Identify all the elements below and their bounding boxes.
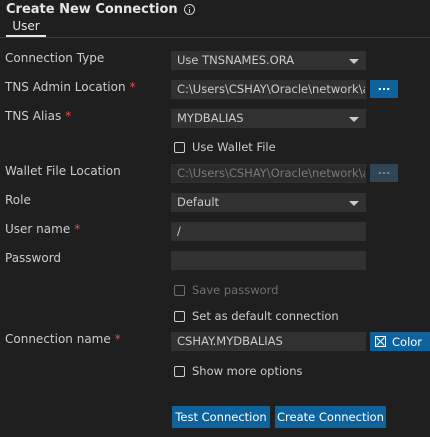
- connection-type-label: Connection Type: [5, 51, 105, 65]
- tab-user[interactable]: User: [6, 19, 46, 35]
- show-more-options-checkbox[interactable]: Show more options: [174, 364, 303, 378]
- checkbox-icon: [174, 141, 185, 153]
- role-value: Default: [177, 195, 220, 209]
- wallet-file-location-label: Wallet File Location: [5, 164, 121, 178]
- show-more-options-label: Show more options: [192, 364, 303, 378]
- password-label: Password: [5, 251, 62, 265]
- connection-name-label-text: Connection name: [5, 332, 111, 346]
- connection-type-select[interactable]: Use TNSNAMES.ORA: [171, 51, 366, 70]
- color-swatch-icon: [375, 336, 386, 347]
- set-default-connection-checkbox[interactable]: Set as default connection: [174, 309, 339, 323]
- set-default-connection-label: Set as default connection: [192, 309, 339, 323]
- info-icon[interactable]: [183, 4, 195, 15]
- chevron-down-icon: [349, 59, 359, 64]
- use-wallet-file-label: Use Wallet File: [192, 140, 276, 154]
- role-select[interactable]: Default: [171, 193, 366, 212]
- required-marker: *: [129, 80, 136, 94]
- required-marker: *: [74, 222, 81, 236]
- tns-alias-value: MYDBALIAS: [177, 111, 244, 125]
- chevron-down-icon: [349, 201, 359, 206]
- wallet-file-browse-button[interactable]: ...: [370, 164, 398, 182]
- save-password-label: Save password: [192, 283, 279, 297]
- required-marker: *: [114, 332, 121, 346]
- user-name-label: User name *: [5, 222, 80, 236]
- required-marker: *: [65, 109, 72, 123]
- tns-alias-label-text: TNS Alias: [5, 109, 62, 123]
- tns-admin-location-label-text: TNS Admin Location: [5, 80, 126, 94]
- connection-name-label: Connection name *: [5, 332, 121, 346]
- connection-type-value: Use TNSNAMES.ORA: [177, 53, 295, 67]
- connection-name-input[interactable]: CSHAY.MYDBALIAS: [171, 332, 366, 351]
- checkbox-icon: [174, 310, 185, 322]
- checkbox-icon: [174, 284, 185, 296]
- tab-divider: [0, 37, 430, 38]
- page-title: Create New Connection: [6, 2, 195, 17]
- use-wallet-file-checkbox[interactable]: Use Wallet File: [174, 140, 276, 154]
- wallet-file-location-input[interactable]: C:\Users\CSHAY\Oracle\network\admin\mya: [171, 164, 366, 183]
- save-password-checkbox[interactable]: Save password: [174, 283, 278, 297]
- tns-admin-browse-button[interactable]: ...: [370, 80, 398, 98]
- create-connection-button[interactable]: Create Connection: [275, 406, 386, 428]
- user-name-label-text: User name: [5, 222, 71, 236]
- tns-alias-select[interactable]: MYDBALIAS: [171, 109, 366, 128]
- tns-admin-location-label: TNS Admin Location *: [5, 80, 136, 94]
- color-button[interactable]: Color: [370, 332, 430, 351]
- chevron-down-icon: [349, 117, 359, 122]
- color-button-label: Color: [392, 334, 423, 349]
- role-label: Role: [5, 193, 31, 207]
- page-title-text: Create New Connection: [6, 2, 178, 17]
- tns-admin-location-input[interactable]: C:\Users\CSHAY\Oracle\network\admin: [171, 80, 366, 99]
- test-connection-button[interactable]: Test Connection: [172, 406, 270, 428]
- user-name-input[interactable]: /: [171, 222, 366, 241]
- password-input[interactable]: [171, 251, 366, 270]
- tns-alias-label: TNS Alias *: [5, 109, 71, 123]
- checkbox-icon: [174, 365, 185, 377]
